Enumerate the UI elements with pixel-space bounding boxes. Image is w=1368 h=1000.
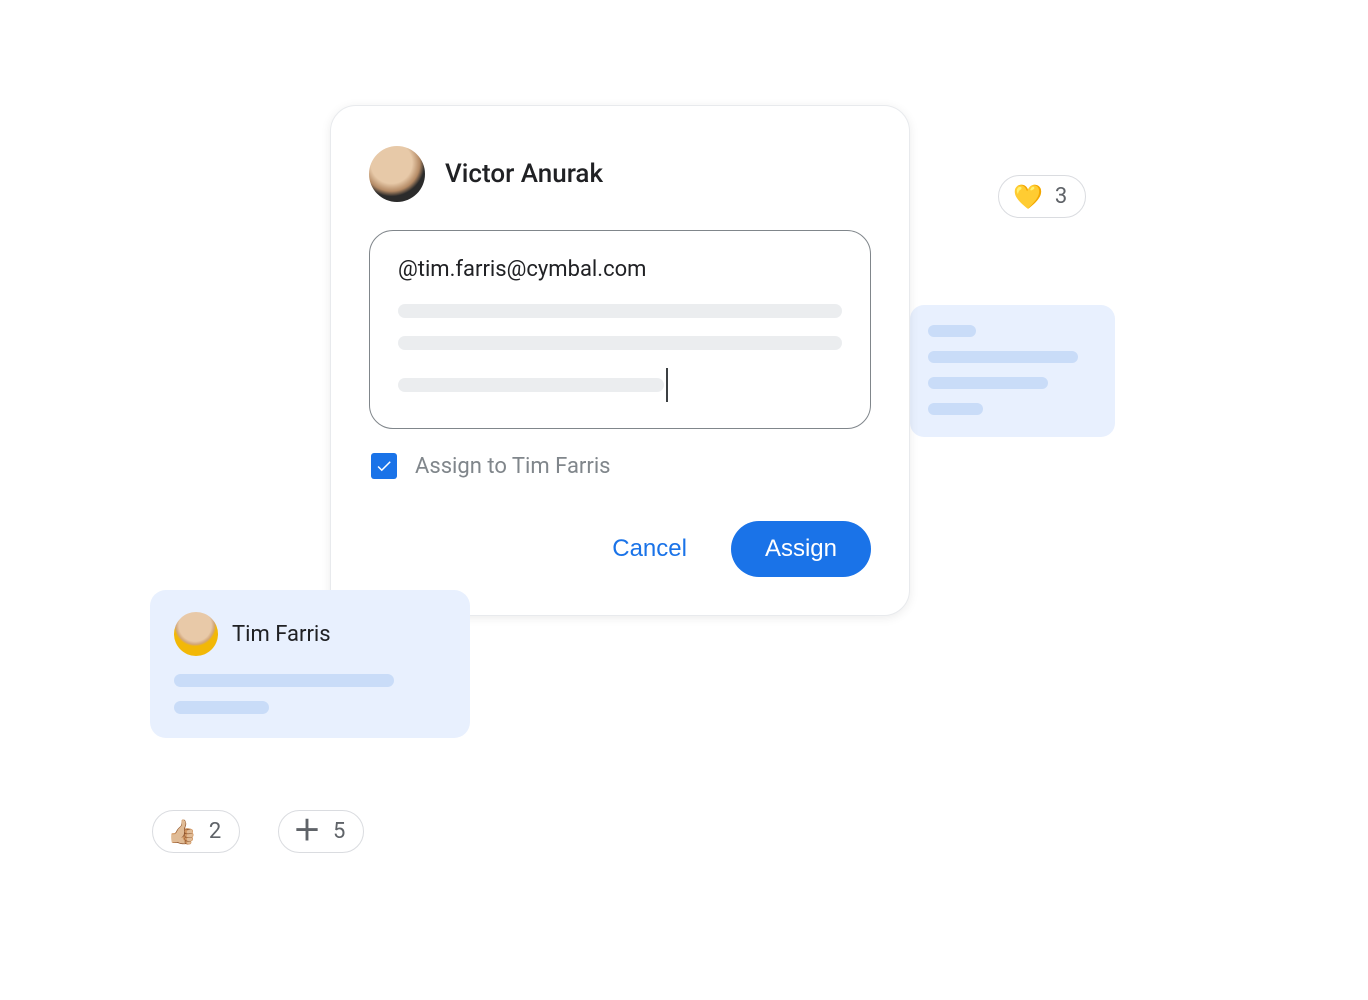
reaction-count: 3 [1055,184,1067,209]
reply-author-name: Tim Farris [232,622,331,647]
reaction-thumbs-up[interactable]: 👍🏼 2 [152,810,240,853]
placeholder-line [928,403,983,415]
placeholder-line [174,674,394,687]
thumbs-up-icon: 👍🏼 [167,820,197,844]
reaction-add[interactable]: ＋ 5 [278,810,364,853]
placeholder-line [928,325,976,337]
placeholder-line [928,351,1078,363]
background-comment-card [910,305,1115,437]
reply-avatar [174,612,218,656]
placeholder-line [398,336,842,350]
reaction-count: 5 [333,819,345,844]
plus-icon: ＋ [293,820,321,842]
comment-header: Victor Anurak [369,146,871,202]
reply-card-tim[interactable]: Tim Farris [150,590,470,738]
reaction-count: 2 [209,819,221,844]
assign-row: Assign to Tim Farris [369,453,871,479]
assign-button[interactable]: Assign [731,521,871,577]
heart-icon: 💛 [1013,185,1043,209]
assign-label: Assign to Tim Farris [415,454,611,479]
dialog-actions: Cancel Assign [369,521,871,577]
reply-header: Tim Farris [174,612,446,656]
comment-dialog: Victor Anurak @tim.farris@cymbal.com Ass… [330,105,910,616]
placeholder-line [928,377,1048,389]
cancel-button[interactable]: Cancel [604,525,695,573]
comment-input[interactable]: @tim.farris@cymbal.com [369,230,871,429]
checkmark-icon [375,457,393,475]
placeholder-line [398,304,842,318]
author-avatar [369,146,425,202]
author-name: Victor Anurak [445,159,603,189]
placeholder-line [174,701,269,714]
assign-checkbox[interactable] [371,453,397,479]
mention-text: @tim.farris@cymbal.com [398,257,842,282]
placeholder-line [398,378,664,392]
text-caret [666,368,668,402]
reaction-heart[interactable]: 💛 3 [998,175,1086,218]
